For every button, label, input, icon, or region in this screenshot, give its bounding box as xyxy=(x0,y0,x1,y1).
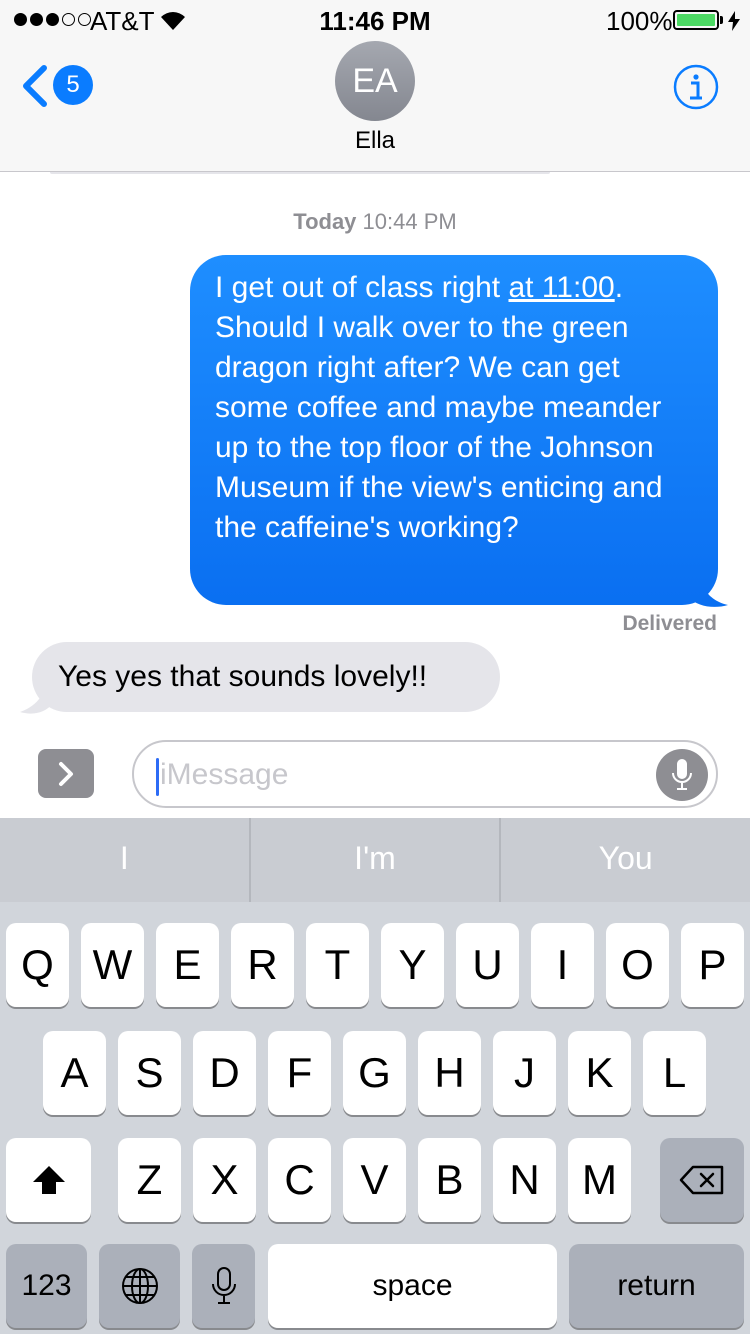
key-w[interactable]: W xyxy=(81,923,144,1007)
sent-message-text-end: . Should I walk over to the green dragon… xyxy=(215,271,663,544)
key-x[interactable]: X xyxy=(193,1138,256,1222)
microphone-icon xyxy=(672,759,692,790)
space-key[interactable]: space xyxy=(268,1244,557,1328)
key-a[interactable]: A xyxy=(43,1031,106,1115)
key-u[interactable]: U xyxy=(456,923,519,1007)
key-j[interactable]: J xyxy=(493,1031,556,1115)
key-g[interactable]: G xyxy=(343,1031,406,1115)
globe-icon xyxy=(122,1268,158,1304)
key-y[interactable]: Y xyxy=(381,923,444,1007)
key-v[interactable]: V xyxy=(343,1138,406,1222)
timestamp-time: 10:44 PM xyxy=(362,209,457,234)
status-bar: AT&T 11:46 PM 100% xyxy=(0,0,750,40)
key-k[interactable]: K xyxy=(568,1031,631,1115)
chevron-left-icon xyxy=(23,65,47,107)
key-p[interactable]: P xyxy=(681,923,744,1007)
delete-icon xyxy=(679,1165,724,1195)
key-q[interactable]: Q xyxy=(6,923,69,1007)
shift-key[interactable] xyxy=(6,1138,91,1222)
key-r[interactable]: R xyxy=(231,923,294,1007)
keyboard: I I'm You Q W E R T Y U I O P A S D F G … xyxy=(0,818,750,1334)
sent-message-text-start: I get out of class right xyxy=(215,271,509,304)
prediction-1[interactable]: I xyxy=(0,818,249,902)
battery-cap xyxy=(720,16,723,24)
return-key[interactable]: return xyxy=(569,1244,744,1328)
received-message-bubble[interactable]: Yes yes that sounds lovely!! xyxy=(32,642,500,712)
prediction-3[interactable]: You xyxy=(501,818,750,902)
back-button[interactable]: 5 xyxy=(20,62,100,112)
message-timestamp: Today 10:44 PM xyxy=(0,209,750,235)
text-cursor xyxy=(156,758,159,796)
sent-message-bubble[interactable]: I get out of class right at 11:00. Shoul… xyxy=(190,255,718,605)
previous-message-edge xyxy=(50,172,550,174)
apps-button[interactable] xyxy=(38,749,94,798)
contact-avatar[interactable]: EA xyxy=(335,41,415,121)
dictation-button[interactable] xyxy=(656,749,708,801)
battery-percentage: 100% xyxy=(606,6,673,36)
key-z[interactable]: Z xyxy=(118,1138,181,1222)
charging-bolt-icon xyxy=(728,11,740,31)
key-i[interactable]: I xyxy=(531,923,594,1007)
input-placeholder: iMessage xyxy=(160,758,289,791)
prediction-2[interactable]: I'm xyxy=(251,818,500,902)
key-d[interactable]: D xyxy=(193,1031,256,1115)
key-m[interactable]: M xyxy=(568,1138,631,1222)
chevron-right-icon xyxy=(59,762,73,786)
battery-icon xyxy=(673,10,719,30)
contact-name[interactable]: Ella xyxy=(0,127,750,155)
key-o[interactable]: O xyxy=(606,923,669,1007)
microphone-icon xyxy=(212,1267,236,1304)
delete-key[interactable] xyxy=(660,1138,744,1222)
timestamp-day: Today xyxy=(293,209,357,234)
key-c[interactable]: C xyxy=(268,1138,331,1222)
imessage-input[interactable]: iMessage xyxy=(132,740,718,808)
info-circle-icon[interactable] xyxy=(673,64,719,110)
key-l[interactable]: L xyxy=(643,1031,706,1115)
unread-count-badge: 5 xyxy=(53,65,93,105)
key-t[interactable]: T xyxy=(306,923,369,1007)
dictation-key[interactable] xyxy=(192,1244,255,1328)
globe-key[interactable] xyxy=(99,1244,180,1328)
delivery-status: Delivered xyxy=(622,612,717,635)
numbers-key[interactable]: 123 xyxy=(6,1244,87,1328)
shift-icon xyxy=(33,1166,65,1194)
key-e[interactable]: E xyxy=(156,923,219,1007)
key-h[interactable]: H xyxy=(418,1031,481,1115)
key-b[interactable]: B xyxy=(418,1138,481,1222)
key-f[interactable]: F xyxy=(268,1031,331,1115)
time-link[interactable]: at 11:00 xyxy=(508,271,614,304)
key-s[interactable]: S xyxy=(118,1031,181,1115)
key-n[interactable]: N xyxy=(493,1138,556,1222)
predictive-bar: I I'm You xyxy=(0,818,750,902)
